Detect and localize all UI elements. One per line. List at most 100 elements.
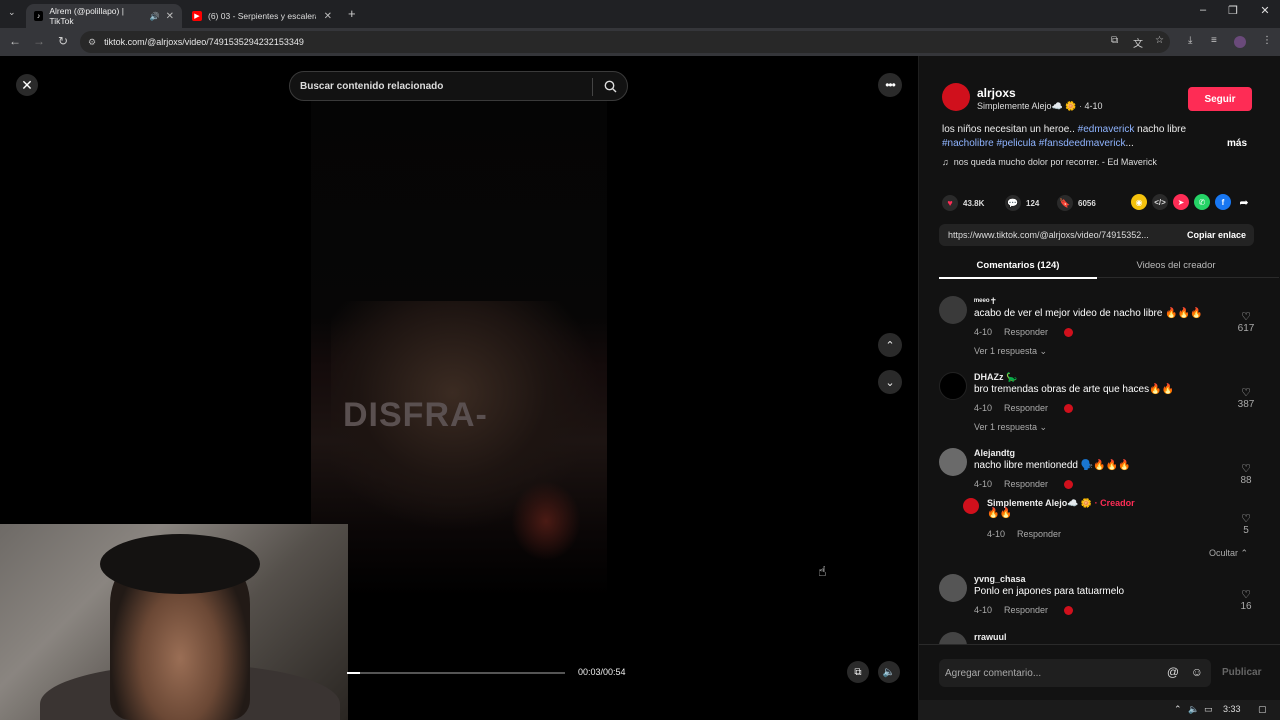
commenter-username[interactable]: DHAZz 🦕	[974, 372, 1017, 383]
tab-tiktok[interactable]: ♪ Alrem (@polillapo) | TikTok 🔊 ✕	[26, 4, 182, 28]
site-info-icon[interactable]: ⚙	[88, 37, 96, 48]
follow-button[interactable]: Seguir	[1188, 87, 1252, 111]
publish-button[interactable]: Publicar	[1222, 667, 1261, 678]
send-icon[interactable]: ➤	[1173, 194, 1189, 210]
close-video-button[interactable]: ✕	[16, 74, 38, 96]
share-link-text[interactable]: https://www.tiktok.com/@alrjoxs/video/74…	[948, 230, 1149, 240]
reading-list-icon[interactable]: ≡	[1211, 35, 1217, 46]
floating-player-button[interactable]: ⧉	[847, 661, 869, 683]
commenter-username[interactable]: Alejandtg	[974, 448, 1015, 458]
author-username[interactable]: alrjoxs	[977, 86, 1016, 100]
commenter-username[interactable]: yvng_chasa	[974, 574, 1026, 584]
hashtag-link[interactable]: #pelicula	[997, 138, 1036, 149]
volume-button[interactable]: 🔈	[878, 661, 900, 683]
commenter-avatar[interactable]	[939, 296, 967, 324]
music-info[interactable]: ♫ nos queda mucho dolor por recorrer. - …	[942, 157, 1157, 167]
description-text: los niños necesitan un heroe..	[942, 124, 1078, 135]
commenter-avatar[interactable]	[939, 574, 967, 602]
comment-text: nacho libre mentionedd 🗣️🔥🔥🔥	[974, 460, 1131, 471]
network-icon[interactable]: ▭	[1204, 704, 1213, 715]
comment-like-button[interactable]: ♡ 88	[1231, 462, 1261, 486]
heart-icon: ♥	[942, 195, 958, 211]
comment-like-button[interactable]: ♡ 387	[1231, 386, 1261, 410]
tab-creator-videos[interactable]: Videos del creador	[1097, 260, 1255, 271]
video-progress-bar[interactable]	[347, 672, 565, 674]
hashtag-link[interactable]: #fansdeedmaverick	[1039, 138, 1126, 149]
url-text: tiktok.com/@alrjoxs/video/74915352942321…	[104, 37, 304, 47]
music-note-icon: ♫	[942, 157, 949, 167]
search-icon[interactable]	[604, 80, 617, 93]
hashtag-link[interactable]: #edmaverick	[1078, 124, 1135, 135]
profile-avatar[interactable]	[1234, 36, 1246, 48]
tray-chevron-icon[interactable]: ⌃	[1174, 704, 1182, 715]
tab-youtube[interactable]: ▶ (6) 03 - Serpientes y escaleras # ✕	[184, 4, 340, 28]
video-frame-highlight	[511, 481, 581, 561]
more-description-button[interactable]: más	[1227, 138, 1247, 149]
forward-icon[interactable]: →	[31, 34, 47, 48]
previous-video-button[interactable]: ⌃	[878, 333, 902, 357]
tab-comments[interactable]: Comentarios (124)	[939, 260, 1097, 271]
commenter-username[interactable]: ᵐᵉᵉᵒ✝	[974, 296, 997, 307]
address-bar[interactable]: ⚙ tiktok.com/@alrjoxs/video/749153529423…	[80, 31, 1170, 53]
minimize-button[interactable]: –	[1188, 4, 1218, 16]
embed-icon[interactable]: </>	[1152, 194, 1168, 210]
back-icon[interactable]: ←	[7, 34, 23, 48]
new-tab-button[interactable]: +	[348, 6, 356, 21]
close-window-button[interactable]: ✕	[1250, 4, 1280, 17]
maximize-button[interactable]: ❐	[1218, 4, 1248, 17]
comment-stat[interactable]: 💬 124	[1005, 195, 1039, 211]
creator-avatar[interactable]	[963, 498, 979, 514]
comment-input[interactable]: Agregar comentario... @ ☺	[939, 659, 1211, 687]
mention-icon[interactable]: @	[1167, 665, 1179, 679]
hide-replies-button[interactable]: Ocultar ⌃	[1209, 548, 1248, 559]
share-arrow-icon[interactable]: ➦	[1236, 194, 1252, 210]
reply-button[interactable]: Responder	[1004, 327, 1048, 337]
comment-date: 4-10	[974, 327, 993, 337]
install-app-icon[interactable]: ⧉	[1111, 35, 1118, 46]
notifications-icon[interactable]: ▢	[1258, 704, 1267, 715]
more-options-button[interactable]: •••	[878, 73, 902, 97]
speaker-icon[interactable]: 🔈	[1188, 704, 1199, 715]
video-player[interactable]: DISFRA-	[311, 101, 607, 720]
view-replies-button[interactable]: Ver 1 respuesta ⌄	[974, 346, 1047, 357]
author-subtitle: Simplemente Alejo☁️ 🌼 · 4-10	[977, 101, 1103, 111]
more-icon: •••	[885, 78, 896, 92]
bookmark-star-icon[interactable]: ☆	[1155, 35, 1164, 46]
commenter-username[interactable]: rrawuul	[974, 632, 1007, 642]
close-tab-icon[interactable]: ✕	[166, 11, 174, 22]
comment-like-count: 88	[1240, 475, 1252, 486]
commenter-avatar[interactable]	[939, 448, 967, 476]
comment-like-button[interactable]: ♡ 617	[1231, 310, 1261, 334]
download-icon[interactable]: ⤓	[1188, 35, 1192, 46]
translate-icon[interactable]: 文	[1133, 35, 1143, 50]
save-stat[interactable]: 🔖 6056	[1057, 195, 1096, 211]
mouse-cursor-icon: ☝	[818, 563, 827, 579]
commenter-avatar[interactable]	[939, 372, 967, 400]
reply-button[interactable]: Responder	[1004, 479, 1048, 489]
like-stat[interactable]: ♥ 43.8K	[942, 195, 984, 211]
copy-link-button[interactable]: Copiar enlace	[1179, 230, 1254, 240]
coin-share-icon[interactable]: ◉	[1131, 194, 1147, 210]
reply-button[interactable]: Responder	[1017, 529, 1061, 539]
whatsapp-icon[interactable]: ✆	[1194, 194, 1210, 210]
audio-icon[interactable]: 🔊	[150, 12, 160, 21]
related-search-input[interactable]: Buscar contenido relacionado	[289, 71, 628, 101]
reload-icon[interactable]: ↻	[55, 34, 71, 48]
close-tab-icon[interactable]: ✕	[324, 11, 332, 22]
author-avatar[interactable]	[942, 83, 970, 111]
webcam-person-hair	[100, 534, 260, 594]
view-replies-button[interactable]: Ver 1 respuesta ⌄	[974, 422, 1047, 433]
tab-list-icon[interactable]: ⌄	[8, 7, 16, 18]
reply-button[interactable]: Responder	[1004, 605, 1048, 615]
hashtag-link[interactable]: #nacholibre	[942, 138, 994, 149]
comment-like-button[interactable]: ♡ 16	[1231, 588, 1261, 612]
emoji-icon[interactable]: ☺	[1191, 665, 1203, 679]
next-video-button[interactable]: ⌄	[878, 370, 902, 394]
reply-button[interactable]: Responder	[1004, 403, 1048, 413]
comment-list: ᵐᵉᵉᵒ✝ acabo de ver el mejor video de nac…	[919, 288, 1280, 644]
comment-like-button[interactable]: ♡ 5	[1231, 512, 1261, 536]
browser-menu-icon[interactable]: ⋮	[1262, 35, 1272, 46]
commenter-avatar[interactable]	[939, 632, 967, 644]
facebook-icon[interactable]: f	[1215, 194, 1231, 210]
comment-placeholder: Agregar comentario...	[945, 667, 1042, 679]
